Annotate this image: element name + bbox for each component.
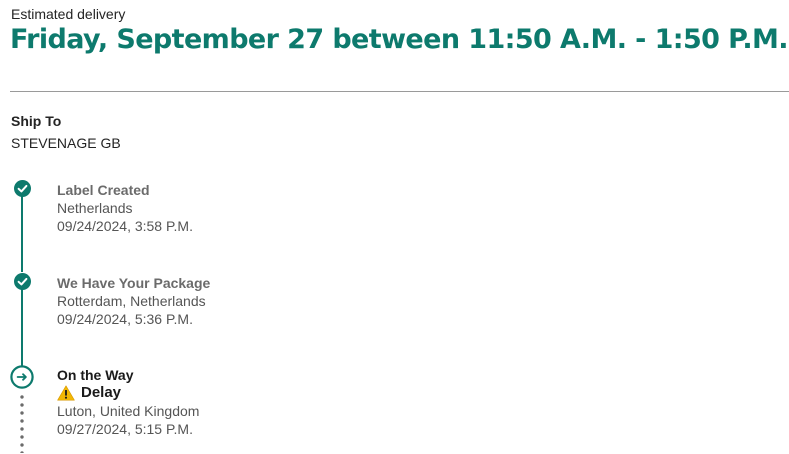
event-datetime: 09/24/2024, 5:36 P.M. [57, 311, 193, 327]
event-title: On the Way [57, 367, 134, 383]
event-location: Luton, United Kingdom [57, 403, 200, 419]
tracking-page: Estimated delivery Friday, September 27 … [0, 0, 789, 454]
timeline-event: On the Way Delay Luton, United Kingdom 0… [57, 366, 199, 438]
event-title: Label Created [57, 182, 150, 198]
delay-label: Delay [81, 384, 122, 401]
delay-alert: Delay [57, 384, 199, 402]
arrow-right-circle-icon [10, 365, 34, 389]
timeline-event: Label Created Netherlands 09/24/2024, 3:… [57, 181, 193, 235]
check-circle-icon [14, 180, 31, 197]
timeline-connector [21, 289, 23, 366]
timeline-pending-dots [20, 393, 24, 453]
event-location: Rotterdam, Netherlands [57, 293, 206, 309]
event-location: Netherlands [57, 200, 133, 216]
timeline-event: We Have Your Package Rotterdam, Netherla… [57, 274, 210, 328]
check-circle-icon [14, 273, 31, 290]
event-datetime: 09/27/2024, 5:15 P.M. [57, 421, 193, 437]
timeline-connector [21, 196, 23, 272]
event-title: We Have Your Package [57, 275, 211, 291]
warning-icon [57, 385, 75, 401]
event-datetime: 09/24/2024, 3:58 P.M. [57, 218, 193, 234]
tracking-timeline: Label Created Netherlands 09/24/2024, 3:… [0, 0, 789, 454]
